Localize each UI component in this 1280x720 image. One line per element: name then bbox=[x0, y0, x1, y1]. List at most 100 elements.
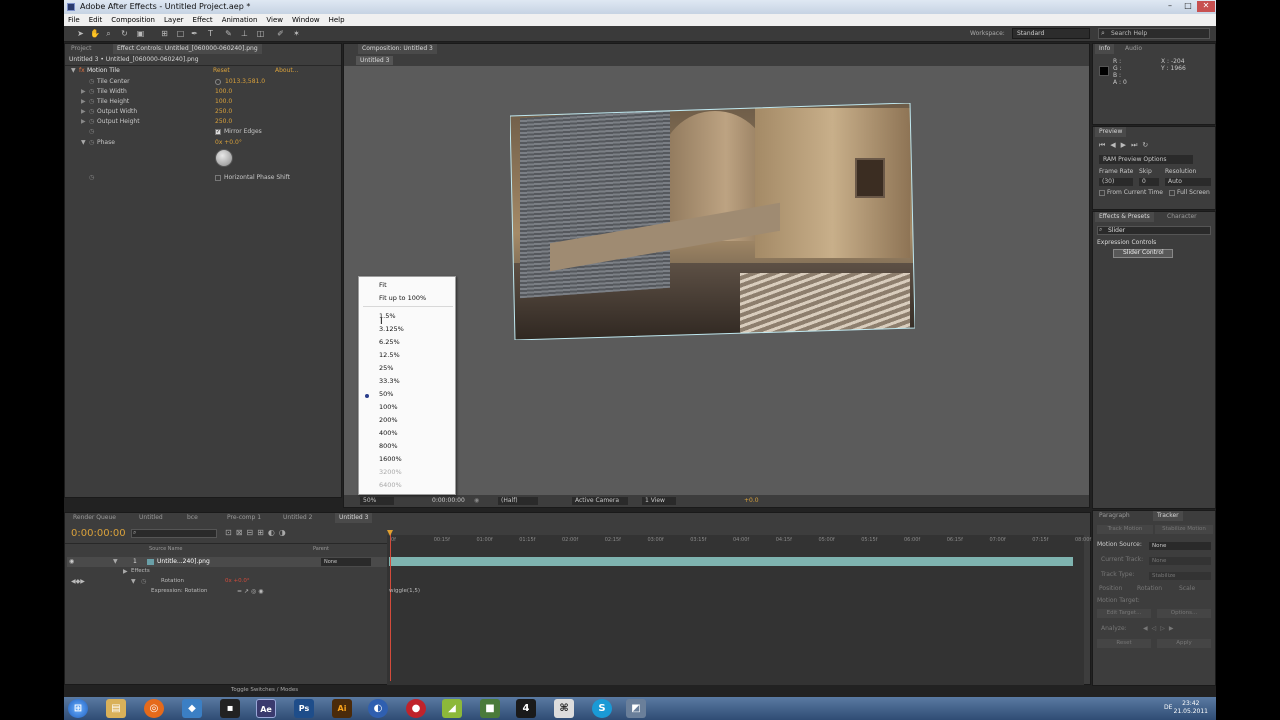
workspace-dropdown[interactable]: Standard bbox=[1012, 28, 1090, 39]
expand-arrow-icon[interactable]: ▼ bbox=[113, 558, 118, 565]
app-icon[interactable]: ◆ bbox=[182, 699, 202, 718]
tab-bce[interactable]: bce bbox=[183, 513, 202, 523]
minimize-button[interactable]: – bbox=[1161, 1, 1179, 12]
tab-effects-presets[interactable]: Effects & Presets bbox=[1095, 212, 1154, 222]
timeline-switches-icon[interactable]: ⊡⊠⊟⊞◐◑ bbox=[225, 528, 290, 537]
stopwatch-icon[interactable]: ◷ bbox=[89, 78, 94, 85]
stopwatch-icon[interactable]: ◷ bbox=[89, 108, 94, 115]
menu-animation[interactable]: Animation bbox=[222, 14, 258, 26]
param-tile-center-value[interactable]: 1013.3,581.0 bbox=[225, 77, 265, 87]
timeline-search-input[interactable] bbox=[131, 529, 217, 538]
expand-arrow-icon[interactable]: ▼ bbox=[81, 139, 86, 146]
mirror-edges-checkbox[interactable]: ✓ bbox=[215, 129, 221, 135]
tab-effect-controls[interactable]: Effect Controls: Untitled_[060000-060240… bbox=[113, 44, 262, 54]
full-screen-checkbox[interactable] bbox=[1169, 190, 1175, 196]
horizontal-phase-shift-checkbox[interactable] bbox=[215, 175, 221, 181]
tab-info[interactable]: Info bbox=[1095, 44, 1115, 54]
language-indicator[interactable]: DE bbox=[1164, 704, 1172, 711]
menu-view[interactable]: View bbox=[266, 14, 283, 26]
stopwatch-icon[interactable]: ◷ bbox=[89, 139, 94, 146]
tab-render-queue[interactable]: Render Queue bbox=[69, 513, 120, 523]
zoom-option-12-5[interactable]: 12.5% bbox=[379, 350, 400, 360]
stopwatch-icon[interactable]: ◷ bbox=[89, 174, 94, 181]
photoshop-icon[interactable]: Ps bbox=[294, 699, 314, 718]
zoom-option-fit[interactable]: Fit bbox=[379, 280, 387, 290]
toggle-switches-modes-button[interactable]: Toggle Switches / Modes bbox=[231, 687, 298, 693]
frame-rate-dropdown[interactable]: (30) bbox=[1099, 178, 1133, 186]
layer-bounding-box[interactable] bbox=[510, 103, 915, 340]
tab-composition[interactable]: Composition: Untitled 3 bbox=[358, 44, 437, 54]
stabilize-motion-button[interactable]: Stabilize Motion bbox=[1155, 525, 1213, 534]
current-timecode[interactable]: 0:00:00:00 bbox=[71, 528, 126, 539]
crosshair-icon[interactable] bbox=[215, 79, 221, 85]
tab-character[interactable]: Character bbox=[1163, 212, 1201, 222]
param-phase-value[interactable]: 0x +0.0° bbox=[215, 138, 242, 148]
menu-file[interactable]: File bbox=[68, 14, 80, 26]
terminal-icon[interactable]: ▪ bbox=[220, 699, 240, 718]
fx-icon[interactable]: fx bbox=[79, 67, 85, 74]
zoom-option-fit-100[interactable]: Fit up to 100% bbox=[379, 293, 426, 303]
param-tile-width-value[interactable]: 100.0 bbox=[215, 87, 232, 97]
expand-arrow-icon[interactable]: ▶ bbox=[81, 98, 86, 105]
tab-untitled-3[interactable]: Untitled 3 bbox=[335, 513, 373, 523]
skip-input[interactable]: 0 bbox=[1139, 178, 1159, 186]
views-dropdown[interactable]: 1 View bbox=[642, 497, 676, 505]
expand-arrow-icon[interactable]: ▼ bbox=[131, 578, 136, 585]
tab-untitled[interactable]: Untitled bbox=[135, 513, 167, 523]
layer-name[interactable]: Untitle...240].png bbox=[157, 558, 210, 565]
app-icon[interactable]: ⌘ bbox=[554, 699, 574, 718]
param-output-width-value[interactable]: 250.0 bbox=[215, 107, 232, 117]
stopwatch-icon[interactable]: ◷ bbox=[89, 98, 94, 105]
current-time-display[interactable]: 0:00:00:00 bbox=[432, 497, 465, 505]
zoom-option-1600[interactable]: 1600% bbox=[379, 454, 402, 464]
zoom-option-50[interactable]: 50% bbox=[379, 389, 393, 399]
resolution-dropdown[interactable]: Auto bbox=[1165, 178, 1211, 186]
expand-arrow-icon[interactable]: ▶ bbox=[81, 118, 86, 125]
zoom-option-800[interactable]: 800% bbox=[379, 441, 398, 451]
parent-header[interactable]: Parent bbox=[313, 546, 329, 552]
zoom-option-3-125[interactable]: 3.125% bbox=[379, 324, 404, 334]
playback-controls-icon[interactable]: ⏮◀▶⏭↻ bbox=[1099, 141, 1153, 150]
menu-help[interactable]: Help bbox=[329, 14, 345, 26]
tab-untitled-2[interactable]: Untitled 2 bbox=[279, 513, 316, 523]
start-orb-icon[interactable]: ⊞ bbox=[68, 699, 88, 718]
tab-audio[interactable]: Audio bbox=[1121, 44, 1146, 54]
roto-brush-tool-icon[interactable]: ✐ bbox=[276, 29, 285, 38]
tab-project[interactable]: Project bbox=[67, 44, 96, 54]
pen-tool-icon[interactable]: ✒ bbox=[190, 29, 199, 38]
source-name-header[interactable]: Source Name bbox=[149, 546, 183, 552]
expression-text[interactable]: wiggle(1,5) bbox=[389, 588, 420, 594]
param-output-height-value[interactable]: 250.0 bbox=[215, 117, 232, 127]
after-effects-icon[interactable]: Ae bbox=[256, 699, 276, 718]
expand-arrow-icon[interactable]: ▼ bbox=[71, 67, 76, 74]
explorer-icon[interactable]: ▤ bbox=[106, 699, 126, 718]
parent-dropdown[interactable]: None bbox=[321, 558, 371, 566]
zoom-option-100[interactable]: 100% bbox=[379, 402, 398, 412]
zoom-option-6-25[interactable]: 6.25% bbox=[379, 337, 400, 347]
menu-effect[interactable]: Effect bbox=[193, 14, 213, 26]
from-current-time-checkbox[interactable] bbox=[1099, 190, 1105, 196]
app-icon[interactable]: ◩ bbox=[626, 699, 646, 718]
expand-arrow-icon[interactable]: ▶ bbox=[123, 568, 128, 575]
expression-controls-category[interactable]: Expression Controls bbox=[1097, 238, 1156, 248]
app-icon[interactable]: ◐ bbox=[368, 699, 388, 718]
rotate-tool-icon[interactable]: ↻ bbox=[120, 29, 129, 38]
menu-window[interactable]: Window bbox=[292, 14, 320, 26]
layer-duration-bar[interactable] bbox=[389, 557, 1073, 566]
rotation-value[interactable]: 0x +0.0° bbox=[225, 578, 250, 584]
motion-source-dropdown[interactable]: None bbox=[1149, 542, 1211, 550]
zoom-option-200[interactable]: 200% bbox=[379, 415, 398, 425]
search-help-input[interactable]: Search Help bbox=[1098, 28, 1210, 39]
selection-tool-icon[interactable]: ➤ bbox=[76, 29, 85, 38]
time-ruler[interactable]: 0f 00:15f 01:00f 01:15f 02:00f 02:15f 03:00f 03… bbox=[387, 535, 1091, 545]
tab-tracker[interactable]: Tracker bbox=[1153, 511, 1183, 521]
app-icon[interactable]: ■ bbox=[480, 699, 500, 718]
about-link[interactable]: About... bbox=[275, 66, 298, 76]
maximize-button[interactable]: □ bbox=[1179, 1, 1197, 12]
exposure-value[interactable]: +0.0 bbox=[744, 497, 759, 505]
zoom-option-400[interactable]: 400% bbox=[379, 428, 398, 438]
tab-paragraph[interactable]: Paragraph bbox=[1095, 511, 1134, 521]
expand-arrow-icon[interactable]: ▶ bbox=[81, 88, 86, 95]
illustrator-icon[interactable]: Ai bbox=[332, 699, 352, 718]
clone-stamp-tool-icon[interactable]: ⊥ bbox=[240, 29, 249, 38]
